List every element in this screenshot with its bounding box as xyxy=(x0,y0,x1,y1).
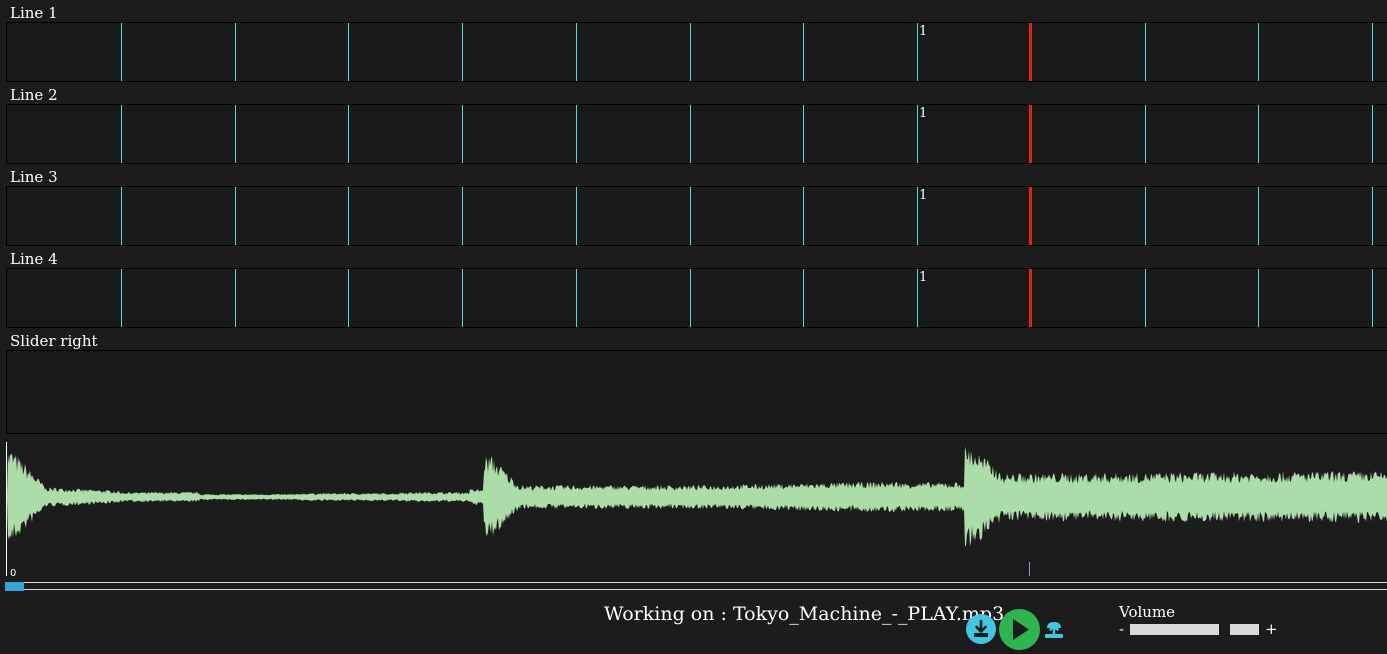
timeline-scrollbar[interactable] xyxy=(5,582,1387,590)
lane-label-4: Line 4 xyxy=(10,250,58,268)
beat-number: 1 xyxy=(919,188,928,203)
volume-decrease-button[interactable]: - xyxy=(1119,620,1124,638)
beat-marker[interactable] xyxy=(235,23,236,81)
beat-marker[interactable] xyxy=(1145,269,1146,327)
playhead-line xyxy=(1029,187,1032,245)
beat-marker[interactable] xyxy=(348,23,349,81)
beat-lane-2[interactable]: 1 xyxy=(6,104,1387,164)
beat-marker[interactable] xyxy=(1258,187,1259,245)
beat-marker[interactable] xyxy=(462,269,463,327)
working-on-status: Working on : Tokyo_Machine_-_PLAY.mp3 xyxy=(604,603,1005,625)
beat-marker[interactable] xyxy=(690,187,691,245)
beat-marker[interactable] xyxy=(235,269,236,327)
beat-number: 1 xyxy=(919,106,928,121)
beat-number: 1 xyxy=(919,24,928,39)
beat-marker[interactable] xyxy=(1258,23,1259,81)
upload-icon xyxy=(1045,622,1063,638)
playhead-line xyxy=(1029,269,1032,327)
beat-marker[interactable] xyxy=(121,23,122,81)
beat-marker[interactable] xyxy=(1145,105,1146,163)
beat-marker[interactable] xyxy=(235,105,236,163)
play-button[interactable] xyxy=(999,609,1040,650)
beat-marker[interactable] xyxy=(576,23,577,81)
beat-marker[interactable] xyxy=(803,105,804,163)
waveform-svg xyxy=(6,442,1387,576)
volume-label: Volume xyxy=(1119,603,1176,621)
waveform-path xyxy=(6,446,1387,547)
lane-label-3: Line 3 xyxy=(10,168,58,186)
lane-label-2: Line 2 xyxy=(10,86,58,104)
beat-marker[interactable] xyxy=(348,269,349,327)
lane-label-1: Line 1 xyxy=(10,4,58,22)
upload-button[interactable] xyxy=(1043,619,1065,641)
beat-marker[interactable] xyxy=(1372,23,1373,81)
beat-marker[interactable] xyxy=(462,105,463,163)
beat-marker[interactable] xyxy=(690,105,691,163)
waveform[interactable]: 0 xyxy=(0,436,1387,580)
beat-marker[interactable] xyxy=(917,269,918,327)
volume-slider-level[interactable] xyxy=(1230,624,1259,635)
beat-marker[interactable] xyxy=(1258,269,1259,327)
beat-marker[interactable] xyxy=(121,187,122,245)
beat-lane-4[interactable]: 1 xyxy=(6,268,1387,328)
beat-marker[interactable] xyxy=(803,187,804,245)
timeline-start-label: 0 xyxy=(10,568,17,579)
beat-marker[interactable] xyxy=(462,23,463,81)
beat-marker[interactable] xyxy=(803,23,804,81)
playhead-line xyxy=(1029,23,1032,81)
beat-marker[interactable] xyxy=(917,23,918,81)
slider-lane[interactable] xyxy=(6,350,1387,434)
beat-marker[interactable] xyxy=(917,105,918,163)
beat-marker[interactable] xyxy=(121,269,122,327)
play-icon xyxy=(1013,619,1029,640)
beat-marker[interactable] xyxy=(803,269,804,327)
beat-number: 1 xyxy=(919,270,928,285)
beat-marker[interactable] xyxy=(348,187,349,245)
beat-marker[interactable] xyxy=(1372,105,1373,163)
beat-marker[interactable] xyxy=(1145,187,1146,245)
beat-marker[interactable] xyxy=(1258,105,1259,163)
timeline-scrollbar-thumb[interactable] xyxy=(5,582,24,591)
playhead-line xyxy=(1029,105,1032,163)
beat-marker[interactable] xyxy=(348,105,349,163)
beat-marker[interactable] xyxy=(690,23,691,81)
beat-marker[interactable] xyxy=(121,105,122,163)
volume-slider-track[interactable] xyxy=(1130,624,1219,635)
download-button[interactable] xyxy=(966,614,996,644)
beat-marker[interactable] xyxy=(917,187,918,245)
beat-lane-3[interactable]: 1 xyxy=(6,186,1387,246)
beat-marker[interactable] xyxy=(690,269,691,327)
beat-marker[interactable] xyxy=(576,105,577,163)
beat-marker[interactable] xyxy=(576,269,577,327)
beat-marker[interactable] xyxy=(1372,187,1373,245)
beat-marker[interactable] xyxy=(576,187,577,245)
beat-lane-1[interactable]: 1 xyxy=(6,22,1387,82)
slider-lane-label: Slider right xyxy=(10,332,98,350)
download-icon xyxy=(974,619,988,637)
beat-marker[interactable] xyxy=(235,187,236,245)
volume-increase-button[interactable]: + xyxy=(1265,620,1278,638)
beat-marker[interactable] xyxy=(1145,23,1146,81)
beat-marker[interactable] xyxy=(462,187,463,245)
beat-marker[interactable] xyxy=(1372,269,1373,327)
